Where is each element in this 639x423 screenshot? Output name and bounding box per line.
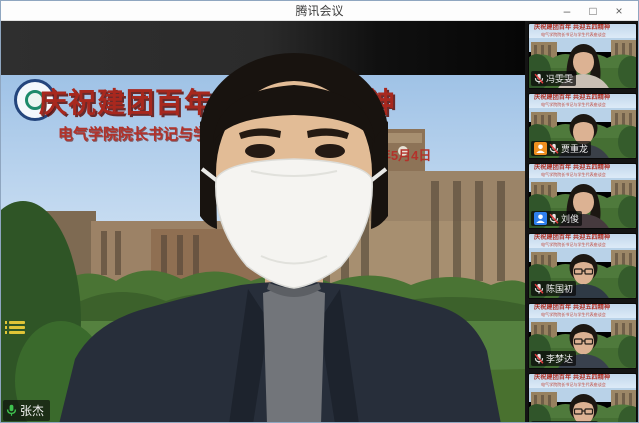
thumbnail-banner-title: 庆祝建团百年 共迎五四精神 (534, 94, 597, 101)
thumbnail-banner: 庆祝建团百年 共迎五四精神 电气学院院长书记与学生代表座谈会 (529, 304, 636, 318)
participant-name-tag: 陈国初 (531, 281, 576, 296)
window-controls: – □ × (554, 1, 632, 21)
participant-video-thumbnail[interactable]: 庆祝建团百年 共迎五四精神 电气学院院长书记与学生代表座谈会 冯肖亮 (528, 373, 637, 423)
participant-name-tag: 贾重龙 (531, 141, 591, 156)
thumbnail-banner-subtitle: 电气学院院长书记与学生代表座谈会 (541, 33, 584, 37)
participant-name: 李梦达 (546, 352, 573, 365)
participant-name-tag: 刘俊 (531, 211, 582, 226)
list-watermark-icon (9, 319, 25, 337)
thumbnail-banner-title: 庆祝建团百年 共迎五四精神 (534, 164, 597, 171)
participant-video-thumbnail[interactable]: 庆祝建团百年 共迎五四精神 电气学院院长书记与学生代表座谈会 刘俊 (528, 163, 637, 229)
participant-name-tag: 冯雯雯 (531, 71, 576, 86)
thumbnail-banner: 庆祝建团百年 共迎五四精神 电气学院院长书记与学生代表座谈会 (529, 164, 636, 178)
thumbnail-banner-subtitle: 电气学院院长书记与学生代表座谈会 (541, 383, 584, 387)
participant-video-thumbnail[interactable]: 庆祝建团百年 共迎五四精神 电气学院院长书记与学生代表座谈会 陈国初 (528, 233, 637, 299)
speaker-person (1, 21, 525, 423)
participants-sidebar: 庆祝建团百年 共迎五四精神 电气学院院长书记与学生代表座谈会 冯雯雯 (525, 21, 639, 423)
maximize-button[interactable]: □ (580, 1, 606, 21)
mic-muted-icon (534, 283, 544, 295)
main-speaker-video: 庆祝建团百年 共迎五四精神 电气学院院长书记与学 2022年5月4日 (1, 21, 525, 423)
thumbnail-banner-title: 庆祝建团百年 共迎五四精神 (534, 234, 597, 241)
thumbnail-banner-subtitle: 电气学院院长书记与学生代表座谈会 (541, 103, 584, 107)
thumbnail-banner: 庆祝建团百年 共迎五四精神 电气学院院长书记与学生代表座谈会 (529, 94, 636, 108)
thumbnail-banner-subtitle: 电气学院院长书记与学生代表座谈会 (541, 313, 584, 317)
participant-video-thumbnail[interactable]: 庆祝建团百年 共迎五四精神 电气学院院长书记与学生代表座谈会 冯雯雯 (528, 23, 637, 89)
mic-on-icon (6, 404, 17, 417)
window-title: 腾讯会议 (295, 2, 343, 19)
speaker-name: 张杰 (20, 402, 44, 419)
mic-muted-icon (534, 73, 544, 85)
thumbnail-banner: 庆祝建团百年 共迎五四精神 电气学院院长书记与学生代表座谈会 (529, 374, 636, 388)
participant-name: 贾重龙 (561, 142, 588, 155)
role-badge-icon (534, 212, 547, 225)
participant-name: 冯雯雯 (546, 72, 573, 85)
thumbnail-banner: 庆祝建团百年 共迎五四精神 电气学院院长书记与学生代表座谈会 (529, 234, 636, 248)
speaker-name-tag: 张杰 (3, 400, 50, 421)
minimize-button[interactable]: – (554, 1, 580, 21)
meeting-window: 腾讯会议 – □ × (0, 0, 639, 423)
meeting-content: 庆祝建团百年 共迎五四精神 电气学院院长书记与学 2022年5月4日 (1, 21, 639, 423)
thumbnail-banner-title: 庆祝建团百年 共迎五四精神 (534, 374, 597, 381)
thumbnail-banner: 庆祝建团百年 共迎五四精神 电气学院院长书记与学生代表座谈会 (529, 24, 636, 38)
mic-muted-icon (549, 143, 559, 155)
mic-muted-icon (534, 353, 544, 365)
participant-name-tag: 李梦达 (531, 351, 576, 366)
thumbnail-banner-subtitle: 电气学院院长书记与学生代表座谈会 (541, 173, 584, 177)
participant-video-thumbnail[interactable]: 庆祝建团百年 共迎五四精神 电气学院院长书记与学生代表座谈会 李梦达 (528, 303, 637, 369)
thumbnail-banner-title: 庆祝建团百年 共迎五四精神 (534, 304, 597, 311)
thumbnail-banner-subtitle: 电气学院院长书记与学生代表座谈会 (541, 243, 584, 247)
participant-name: 刘俊 (561, 212, 579, 225)
close-button[interactable]: × (606, 1, 632, 21)
titlebar: 腾讯会议 – □ × (1, 1, 638, 21)
participant-name: 陈国初 (546, 282, 573, 295)
participant-video-thumbnail[interactable]: 庆祝建团百年 共迎五四精神 电气学院院长书记与学生代表座谈会 贾重龙 (528, 93, 637, 159)
thumbnail-banner-title: 庆祝建团百年 共迎五四精神 (534, 24, 597, 31)
thumbnail-campus-scene (529, 388, 637, 423)
mic-muted-icon (549, 213, 559, 225)
role-badge-icon (534, 142, 547, 155)
